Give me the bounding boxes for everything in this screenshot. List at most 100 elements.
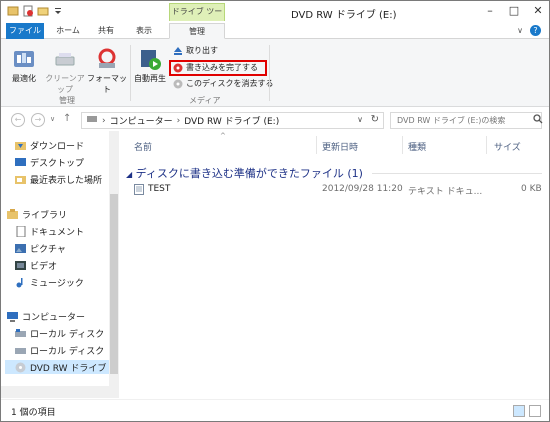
properties-icon[interactable] — [22, 5, 34, 17]
column-separator[interactable] — [402, 136, 403, 154]
window-title: DVD RW ドライブ (E:) — [291, 10, 397, 21]
address-row: ← → ∨ ↑ › コンピューター › DVD RW ドライブ (E:) ∨ ↻… — [1, 108, 549, 130]
drive-location-icon — [86, 113, 98, 128]
nav-item-videos[interactable]: ビデオ — [15, 258, 57, 272]
maximize-icon[interactable]: □ — [507, 5, 521, 17]
computer-icon — [7, 311, 18, 322]
new-folder-icon[interactable] — [37, 5, 49, 17]
column-separator[interactable] — [486, 136, 487, 154]
breadcrumb-separator-icon[interactable]: › — [102, 116, 106, 126]
optimize-button[interactable]: 最適化 — [7, 47, 41, 84]
column-header-modified[interactable]: 更新日時 — [322, 140, 358, 153]
cleanup-button[interactable]: クリーンアップ — [43, 47, 87, 95]
column-header-name[interactable]: 名前 — [134, 140, 152, 153]
recent-locations-icon[interactable]: ∨ — [50, 115, 55, 123]
nav-pane-scrollbar[interactable] — [109, 131, 119, 386]
item-count: 1 個の項目 — [11, 408, 56, 418]
library-icon — [7, 208, 18, 220]
nav-item-libraries[interactable]: ライブラリ — [7, 207, 67, 221]
breadcrumb-computer[interactable]: コンピューター — [110, 114, 173, 127]
minimize-icon[interactable]: – — [483, 5, 497, 17]
breadcrumb-separator-icon[interactable]: › — [177, 116, 181, 126]
tab-share[interactable]: 共有 — [91, 23, 121, 39]
nav-item-recent-places[interactable]: 最近表示した場所 — [15, 172, 102, 186]
table-row[interactable]: TEST 2012/09/28 11:20 テキスト ドキュ... 0 KB — [130, 183, 545, 197]
eject-icon — [173, 46, 183, 56]
nav-item-label: ダウンロード — [30, 141, 85, 152]
file-modified: 2012/09/28 11:20 — [322, 184, 403, 194]
videos-icon — [15, 260, 26, 271]
help-icon[interactable]: ? — [530, 25, 541, 36]
highlight-box — [169, 60, 267, 76]
up-button[interactable]: ↑ — [63, 113, 71, 124]
nav-item-dvd-drive[interactable]: DVD RW ドライブ — [5, 360, 119, 374]
nav-item-label: ミュージック — [30, 278, 84, 289]
tab-manage[interactable]: 管理 — [169, 23, 225, 39]
breadcrumb-dvd-drive[interactable]: DVD RW ドライブ (E:) — [184, 114, 279, 127]
erase-disc-label: このディスクを消去する — [186, 79, 274, 88]
music-icon — [15, 277, 26, 288]
ribbon-separator — [269, 45, 270, 101]
desktop-icon — [15, 157, 26, 168]
window-controls: – □ ✕ — [483, 5, 545, 17]
close-icon[interactable]: ✕ — [531, 5, 545, 17]
ribbon-collapse-icon[interactable]: ∨ — [517, 26, 523, 35]
scrollbar-thumb[interactable] — [110, 194, 118, 374]
nav-item-label: ドキュメント — [30, 227, 85, 238]
nav-item-label: 最近表示した場所 — [30, 175, 103, 186]
search-icon — [533, 114, 543, 127]
format-label: フォーマット — [87, 74, 127, 94]
ribbon-tabs: ファイル ホーム 共有 表示 管理 ∨ ? — [1, 23, 549, 39]
quick-access-toolbar — [7, 5, 64, 17]
nav-item-music[interactable]: ミュージック — [15, 275, 84, 289]
cleanup-label: クリーンアップ — [45, 74, 85, 94]
nav-item-label: ローカル ディスク — [30, 346, 105, 357]
group-header-label: ディスクに書き込む準備ができたファイル (1) — [135, 167, 363, 180]
nav-item-label: コンピューター — [22, 312, 86, 323]
address-dropdown-icon[interactable]: ∨ — [357, 115, 363, 124]
quick-access-dropdown-icon[interactable] — [52, 5, 64, 17]
group-collapse-icon[interactable]: ◢ — [126, 170, 132, 179]
large-icons-view-icon[interactable] — [529, 405, 541, 417]
column-header-type[interactable]: 種類 — [408, 140, 426, 153]
pictures-icon — [15, 243, 26, 254]
eject-label: 取り出す — [186, 46, 218, 55]
forward-button[interactable]: → — [31, 113, 45, 127]
nav-item-computer[interactable]: コンピューター — [7, 309, 85, 323]
back-button[interactable]: ← — [11, 113, 25, 127]
tab-home[interactable]: ホーム — [51, 23, 85, 39]
column-separator[interactable] — [316, 136, 317, 154]
format-icon — [95, 47, 119, 71]
title-bar: ドライブ ツール DVD RW ドライブ (E:) – □ ✕ — [1, 1, 549, 32]
address-bar[interactable]: › コンピューター › DVD RW ドライブ (E:) ∨ ↻ — [81, 112, 384, 129]
nav-item-desktop[interactable]: デスクトップ — [15, 155, 84, 169]
tab-view[interactable]: 表示 — [127, 23, 161, 39]
nav-item-pictures[interactable]: ピクチャ — [15, 241, 66, 255]
details-view-icon[interactable] — [513, 405, 525, 417]
optimize-label: 最適化 — [12, 74, 36, 83]
nav-item-label: ライブラリ — [22, 210, 68, 221]
column-header-size[interactable]: サイズ — [494, 140, 521, 153]
autoplay-button[interactable]: 自動再生 — [133, 47, 167, 84]
nav-item-local-disk-d[interactable]: ローカル ディスク — [15, 343, 104, 357]
erase-disc-button[interactable]: このディスクを消去する — [173, 77, 273, 90]
dvd-drive-icon — [15, 362, 26, 373]
refresh-icon[interactable]: ↻ — [371, 114, 379, 125]
ribbon: 最適化 クリーンアップ フォーマット 管理 自動再生 取り出す 書き込みを完了す… — [1, 39, 549, 107]
tab-file[interactable]: ファイル — [6, 23, 44, 39]
nav-pane-horizontal-scrollbar[interactable] — [1, 386, 119, 398]
nav-item-label: ピクチャ — [30, 244, 66, 255]
group-header[interactable]: ◢ ディスクに書き込む準備ができたファイル (1) — [126, 165, 363, 181]
nav-item-local-disk-c[interactable]: ローカル ディスク — [15, 326, 104, 340]
format-button[interactable]: フォーマット — [87, 47, 127, 95]
nav-item-label: DVD RW ドライブ — [30, 363, 107, 374]
search-input[interactable]: DVD RW ドライブ (E:)の検索 — [390, 112, 542, 129]
nav-item-downloads[interactable]: ダウンロード — [15, 138, 84, 152]
file-name: TEST — [148, 184, 171, 194]
erase-disc-icon — [173, 79, 183, 89]
local-disk-icon — [15, 328, 26, 339]
eject-button[interactable]: 取り出す — [173, 44, 218, 57]
group-divider — [372, 173, 542, 174]
nav-item-documents[interactable]: ドキュメント — [15, 224, 84, 238]
ribbon-separator — [130, 45, 131, 101]
